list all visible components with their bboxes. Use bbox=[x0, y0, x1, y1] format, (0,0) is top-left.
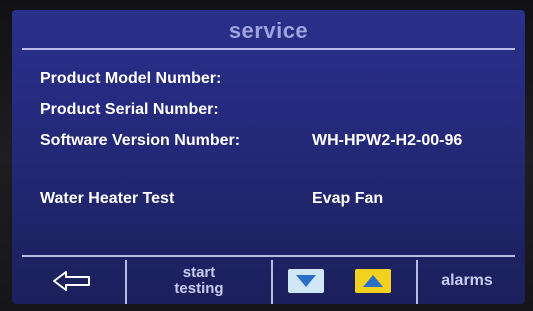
water-heater-test-label: Water Heater Test bbox=[40, 190, 175, 207]
service-screen: service Product Model Number: Product Se… bbox=[12, 10, 525, 304]
page-title: service bbox=[228, 18, 309, 43]
software-version-value: WH-HPW2-H2-00-96 bbox=[312, 132, 463, 149]
back-button[interactable] bbox=[22, 257, 122, 304]
start-testing-line2: testing bbox=[174, 279, 224, 297]
start-testing-line1: start bbox=[182, 263, 216, 281]
down-triangle-icon bbox=[296, 274, 316, 287]
footer-separator bbox=[271, 260, 273, 304]
up-button[interactable] bbox=[338, 257, 408, 304]
start-testing-button[interactable]: start testing bbox=[128, 257, 270, 304]
title-divider bbox=[22, 48, 515, 50]
alarms-label: alarms bbox=[441, 271, 493, 289]
down-button[interactable] bbox=[274, 257, 338, 304]
product-model-label: Product Model Number: bbox=[40, 70, 222, 87]
footer-separator bbox=[416, 260, 418, 304]
left-arrow-icon bbox=[53, 270, 90, 291]
test-component-value[interactable]: Evap Fan bbox=[312, 190, 383, 208]
product-serial-label: Product Serial Number: bbox=[40, 101, 219, 118]
up-triangle-icon bbox=[363, 274, 383, 287]
software-version-label: Software Version Number: bbox=[40, 132, 241, 149]
footer-separator bbox=[125, 260, 127, 304]
alarms-button[interactable]: alarms bbox=[419, 257, 515, 304]
